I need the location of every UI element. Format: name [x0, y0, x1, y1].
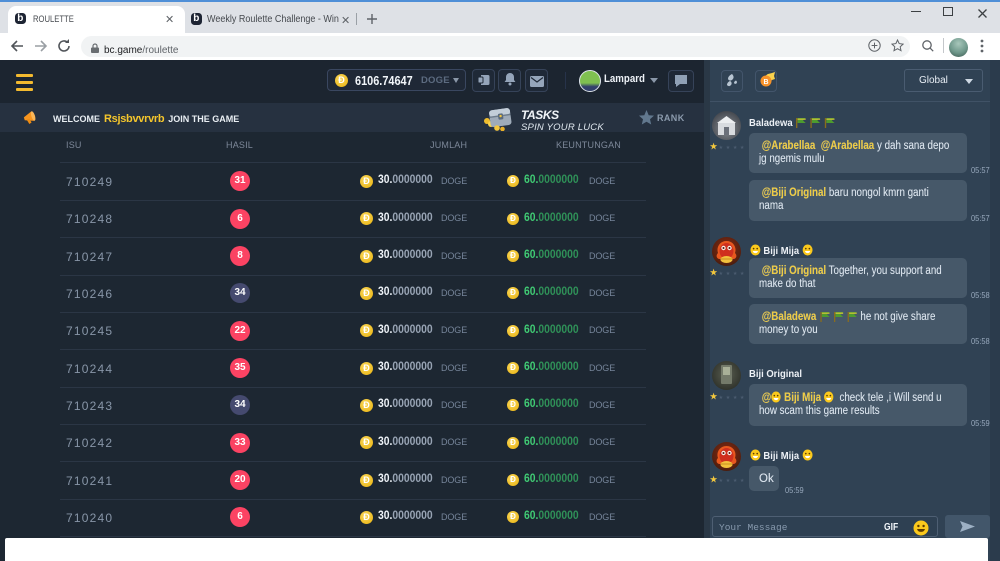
- svg-text:B: B: [763, 79, 768, 86]
